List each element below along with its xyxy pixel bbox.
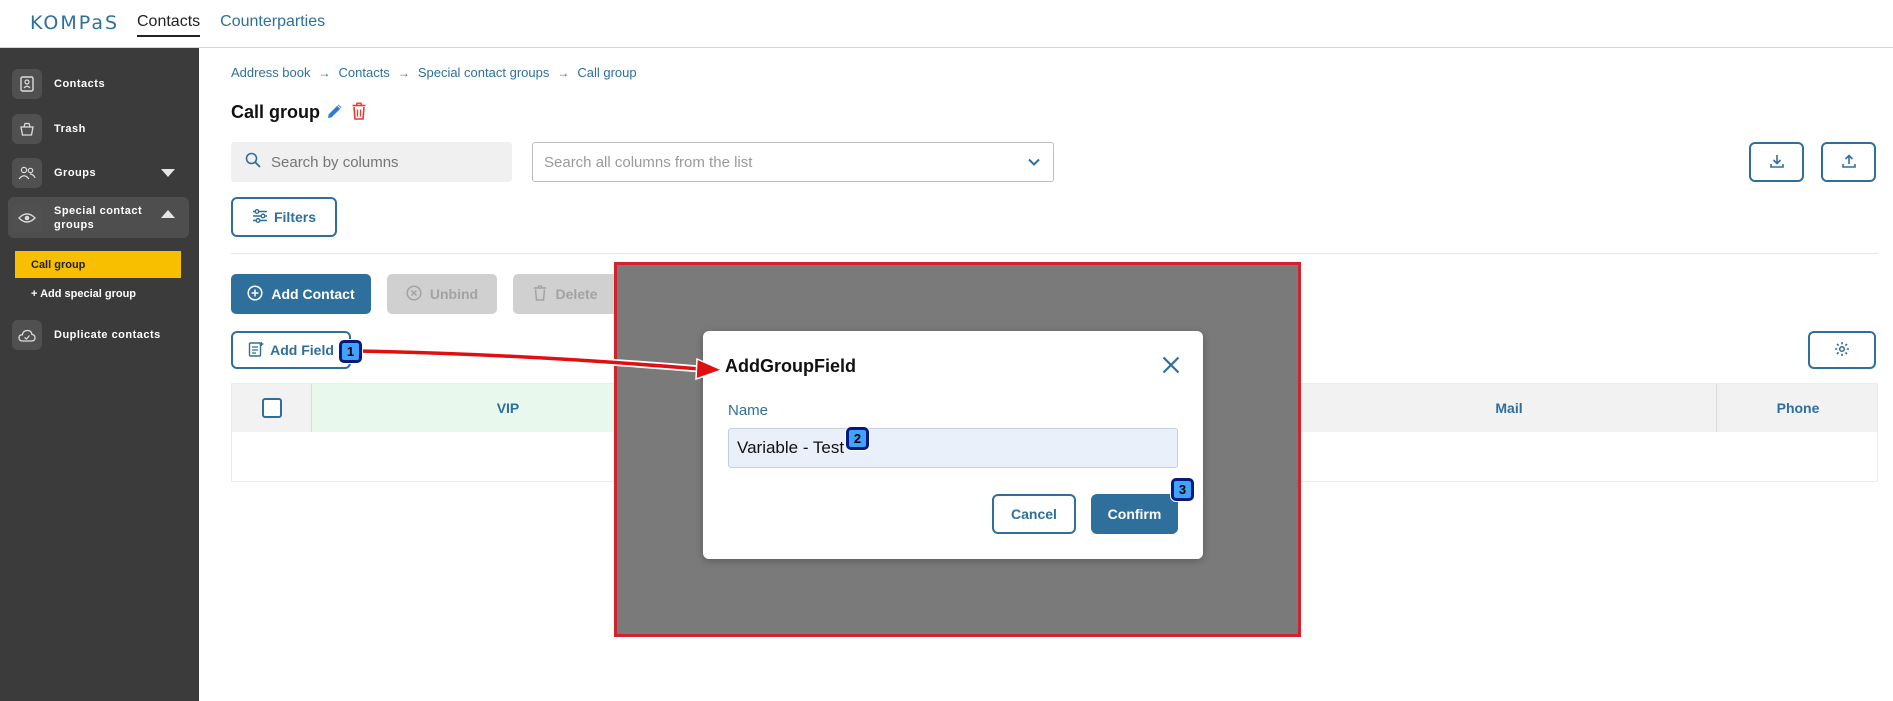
sidebar-item-label: Trash	[54, 123, 86, 135]
top-nav-links: Contacts Counterparties	[137, 13, 325, 37]
add-field-label: Add Field	[270, 342, 334, 358]
annotation-marker-3: 3	[1171, 478, 1194, 501]
cloud-icon	[12, 320, 42, 350]
x-circle-icon	[406, 284, 422, 304]
breadcrumb: Address book → Contacts → Special contac…	[231, 65, 637, 80]
plus-circle-icon	[247, 284, 263, 304]
search-icon	[245, 152, 261, 173]
sidebar-item-label: Groups	[54, 167, 97, 179]
column-header-mail[interactable]: Mail	[1302, 384, 1717, 432]
arrow-right-icon: →	[397, 65, 410, 80]
top-navigation-bar: KOMPaS Contacts Counterparties	[0, 0, 1893, 48]
columns-select-placeholder: Search all columns from the list	[544, 153, 753, 171]
annotation-marker-2: 2	[846, 427, 869, 450]
table-settings-button[interactable]	[1808, 331, 1876, 369]
sidebar-item-trash[interactable]: Trash	[8, 110, 189, 148]
upload-button[interactable]	[1821, 142, 1876, 182]
columns-select[interactable]: Search all columns from the list	[532, 142, 1054, 182]
trash-icon	[533, 284, 547, 304]
contacts-book-icon	[12, 69, 42, 99]
sidebar-item-special-contact-groups[interactable]: Special contact groups	[8, 197, 189, 238]
section-divider	[231, 253, 1878, 254]
delete-button[interactable]: Delete	[513, 274, 618, 314]
chevron-down-icon[interactable]	[1027, 155, 1041, 173]
breadcrumb-address-book[interactable]: Address book	[231, 65, 311, 80]
cancel-button[interactable]: Cancel	[992, 494, 1076, 534]
users-icon	[12, 158, 42, 188]
dialog-title: AddGroupField	[725, 356, 856, 376]
add-contact-label: Add Contact	[271, 286, 355, 302]
gear-icon	[1834, 341, 1850, 360]
add-group-field-dialog: AddGroupField Name Cancel Confirm	[703, 331, 1203, 559]
annotation-marker-1: 1	[339, 340, 362, 363]
eye-icon	[12, 202, 42, 233]
filters-label: Filters	[273, 209, 316, 225]
filters-button[interactable]: Filters	[231, 197, 337, 237]
trash-basket-icon	[12, 114, 42, 144]
add-contact-button[interactable]: Add Contact	[231, 274, 371, 314]
upload-icon	[1841, 153, 1857, 172]
column-header-phone[interactable]: Phone	[1717, 384, 1879, 432]
sidebar-item-groups[interactable]: Groups	[8, 154, 189, 192]
breadcrumb-contacts[interactable]: Contacts	[339, 65, 390, 80]
kompas-logo[interactable]: KOMPaS	[30, 12, 119, 34]
sidebar-subitem-add-special-group[interactable]: + Add special group	[15, 280, 181, 307]
search-input[interactable]	[271, 153, 491, 171]
sidebar-item-contacts[interactable]: Contacts	[8, 65, 189, 103]
add-note-icon	[248, 341, 264, 360]
sidebar-item-duplicate-contacts[interactable]: Duplicate contacts	[8, 316, 189, 354]
confirm-button[interactable]: Confirm	[1091, 494, 1178, 534]
unbind-button[interactable]: Unbind	[387, 274, 497, 314]
name-field[interactable]	[728, 428, 1178, 468]
sidebar-subitem-call-group[interactable]: Call group	[15, 251, 181, 278]
nav-contacts[interactable]: Contacts	[137, 13, 201, 37]
chevron-down-icon[interactable]	[161, 169, 175, 177]
page-title: Call group	[231, 102, 320, 122]
select-all-cell	[232, 384, 312, 432]
arrow-right-icon: →	[318, 65, 331, 80]
breadcrumb-special-contact-groups[interactable]: Special contact groups	[418, 65, 550, 80]
sliders-icon	[252, 208, 268, 227]
unbind-label: Unbind	[429, 286, 479, 302]
delete-trash-icon[interactable]	[351, 102, 367, 125]
arrow-right-icon: →	[557, 65, 570, 80]
edit-pencil-icon[interactable]	[326, 102, 344, 125]
chevron-up-icon[interactable]	[161, 210, 175, 218]
breadcrumb-call-group[interactable]: Call group	[577, 65, 636, 80]
sidebar-item-label: Special contact groups	[54, 204, 143, 231]
sidebar-item-label: Duplicate contacts	[54, 329, 161, 341]
add-field-button[interactable]: Add Field	[231, 331, 351, 369]
name-field-label: Name	[728, 402, 769, 419]
delete-label: Delete	[555, 286, 598, 302]
close-icon[interactable]	[1161, 355, 1181, 380]
nav-counterparties[interactable]: Counterparties	[220, 13, 325, 37]
sidebar-item-label: Contacts	[54, 78, 106, 90]
download-icon	[1769, 153, 1785, 172]
download-button[interactable]	[1749, 142, 1804, 182]
sidebar: Contacts Trash Groups Special contact gr…	[0, 48, 199, 701]
column-search-box[interactable]	[231, 142, 512, 182]
select-all-checkbox[interactable]	[261, 398, 282, 418]
